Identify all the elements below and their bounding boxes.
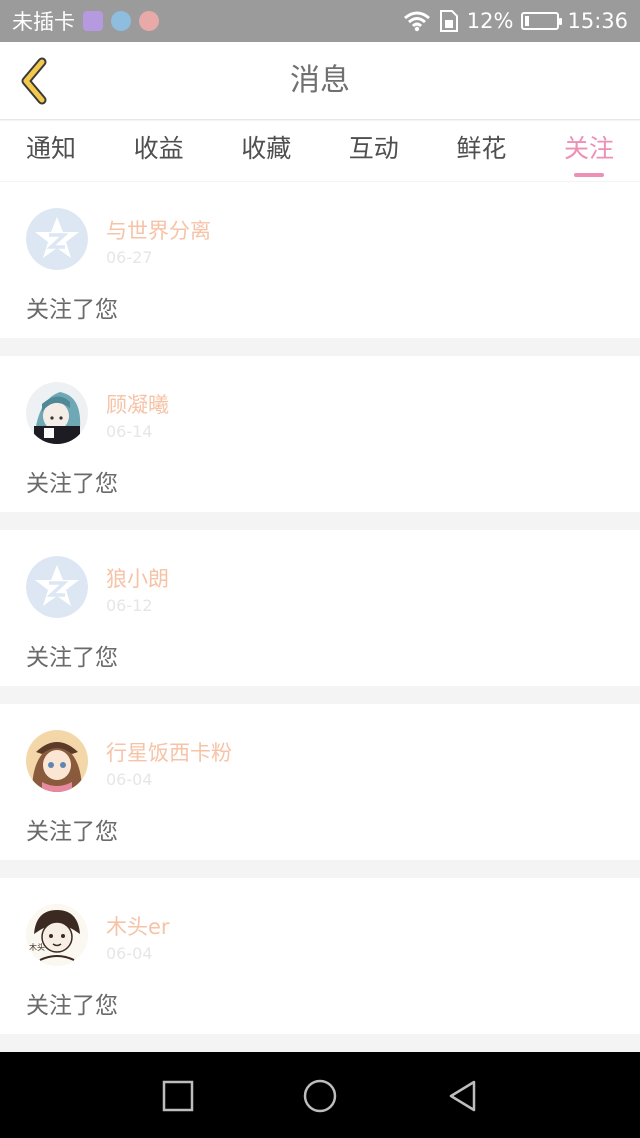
- tab-label: 收益: [133, 134, 184, 163]
- tab-follow[interactable]: 关注: [564, 121, 614, 181]
- battery-icon: [521, 12, 563, 30]
- tab-label: 通知: [26, 134, 77, 163]
- follower-name[interactable]: 行星饭西卡粉: [106, 737, 232, 767]
- sim-icon: [439, 10, 458, 32]
- back-button[interactable]: [14, 56, 58, 106]
- avatar[interactable]: 木头: [26, 904, 88, 966]
- status-left: 未插卡: [12, 6, 159, 36]
- tab-label: 鲜花: [456, 134, 507, 163]
- follower-name[interactable]: 木头er: [106, 911, 170, 941]
- follow-message: 关注了您: [26, 471, 118, 497]
- tab-favorites[interactable]: 收藏: [241, 121, 291, 181]
- tab-notice[interactable]: 通知: [26, 121, 76, 181]
- recent-apps-button[interactable]: [161, 1079, 195, 1113]
- home-icon: [303, 1079, 337, 1113]
- page-title: 消息: [290, 63, 350, 98]
- back-triangle-icon: [449, 1080, 476, 1112]
- tab-earnings[interactable]: 收益: [134, 121, 184, 181]
- avatar[interactable]: [26, 556, 88, 618]
- store-app-icon: [139, 11, 159, 31]
- follow-date: 06-04: [106, 770, 153, 789]
- tab-label: 关注: [563, 134, 614, 163]
- status-bar: 未插卡 12% 15:36: [0, 0, 640, 42]
- follow-message: 关注了您: [26, 297, 118, 323]
- tab-bar: 通知 收益 收藏 互动 鲜花 关注: [0, 121, 640, 181]
- tab-flowers[interactable]: 鲜花: [456, 121, 506, 181]
- follower-name[interactable]: 顾凝曦: [106, 389, 169, 419]
- anime-girl-hat-avatar-icon: [26, 730, 88, 792]
- list-item[interactable]: 行星饭西卡粉 06-04 关注了您: [0, 704, 640, 860]
- follow-message: 关注了您: [26, 993, 118, 1019]
- follow-message: 关注了您: [26, 819, 118, 845]
- tab-label: 互动: [348, 134, 399, 163]
- status-right: 12% 15:36: [403, 9, 628, 33]
- follow-date: 06-27: [106, 248, 153, 267]
- battery-percent: 12%: [466, 9, 514, 33]
- system-nav-bar: [0, 1052, 640, 1138]
- svg-text:木头: 木头: [29, 942, 45, 952]
- follow-date: 06-12: [106, 596, 153, 615]
- clock: 15:36: [567, 9, 628, 33]
- bird-app-icon: [111, 11, 131, 31]
- list-item[interactable]: 与世界分离 06-27 关注了您: [0, 182, 640, 338]
- list-item[interactable]: 狼小朗 06-12 关注了您: [0, 530, 640, 686]
- list-item[interactable]: 木头 木头er 06-04 关注了您: [0, 878, 640, 1034]
- follow-date: 06-04: [106, 944, 153, 963]
- list-item[interactable]: 顾凝曦 06-14 关注了您: [0, 356, 640, 512]
- follow-message: 关注了您: [26, 645, 118, 671]
- follow-list: 与世界分离 06-27 关注了您 顾凝曦 06-14 关注了您 狼小朗 06-1…: [0, 182, 640, 1052]
- chevron-left-icon: [21, 57, 47, 105]
- tab-active-underline: [573, 173, 604, 177]
- default-qq-avatar-icon: [26, 556, 88, 618]
- wifi-icon: [403, 11, 430, 32]
- gallery-icon: [83, 11, 103, 31]
- anime-girl-avatar-icon: [26, 382, 88, 444]
- system-back-button[interactable]: [446, 1079, 480, 1113]
- follower-name[interactable]: 狼小朗: [106, 563, 169, 593]
- sketch-avatar-icon: 木头: [26, 904, 88, 966]
- home-button[interactable]: [303, 1079, 337, 1113]
- header: 消息: [0, 42, 640, 120]
- tab-interaction[interactable]: 互动: [349, 121, 399, 181]
- avatar[interactable]: [26, 382, 88, 444]
- avatar[interactable]: [26, 208, 88, 270]
- tab-label: 收藏: [241, 134, 292, 163]
- carrier-text: 未插卡: [12, 10, 75, 34]
- recent-apps-icon: [162, 1080, 194, 1112]
- follower-name[interactable]: 与世界分离: [106, 215, 211, 245]
- avatar[interactable]: [26, 730, 88, 792]
- default-qq-avatar-icon: [26, 208, 88, 270]
- follow-date: 06-14: [106, 422, 153, 441]
